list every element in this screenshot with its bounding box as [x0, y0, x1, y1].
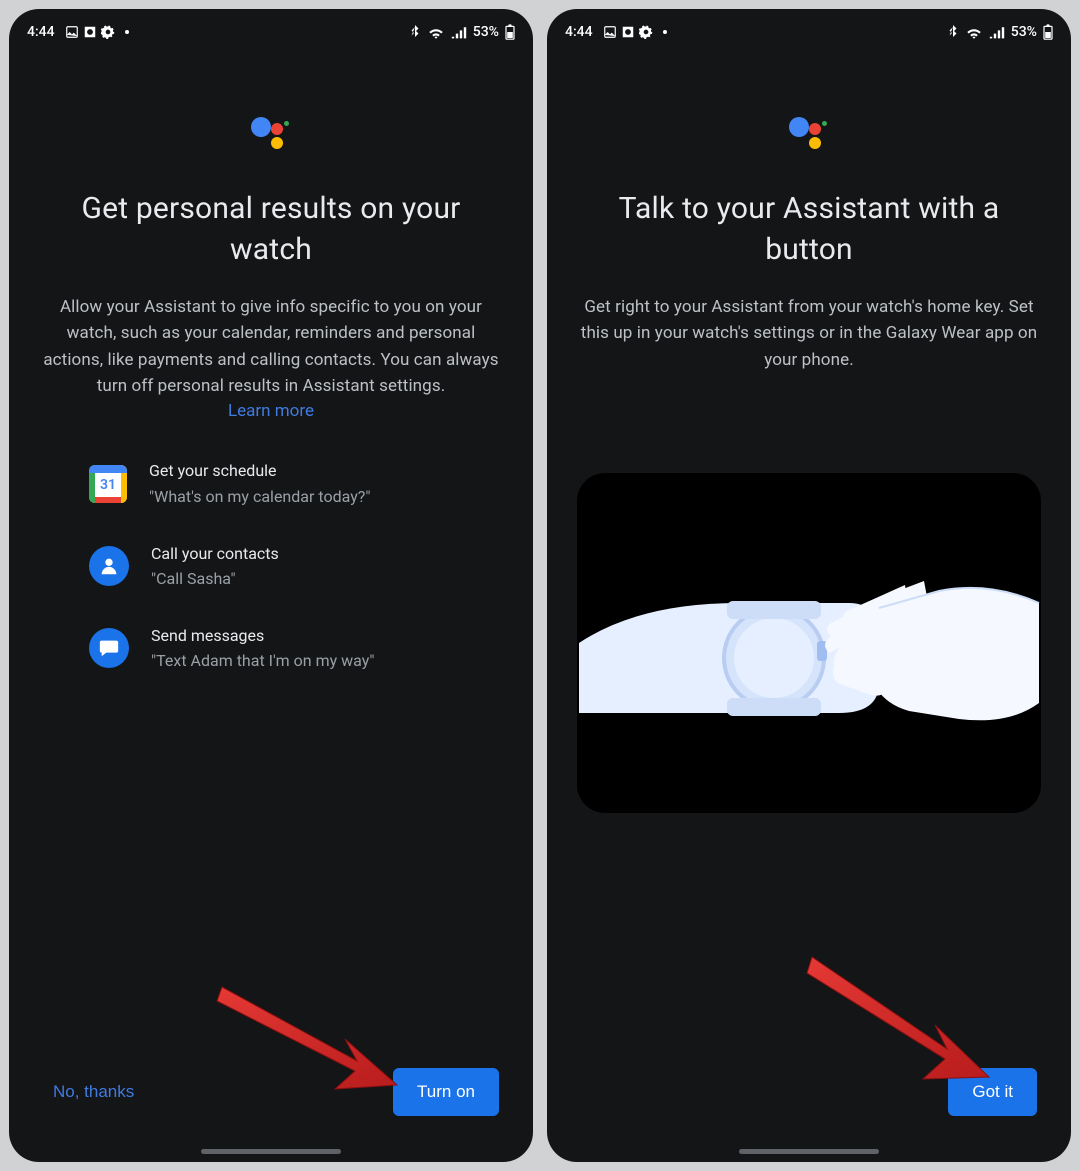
page-title: Talk to your Assistant with a button	[577, 189, 1041, 270]
page-description: Allow your Assistant to give info specif…	[39, 294, 503, 399]
contacts-icon	[89, 546, 129, 586]
feature-example: "Text Adam that I'm on my way"	[151, 649, 375, 672]
google-assistant-logo	[247, 111, 295, 159]
wifi-icon	[427, 25, 445, 39]
separator-dot	[125, 30, 129, 34]
status-battery: 53%	[1011, 24, 1037, 40]
square-o-icon	[621, 25, 635, 39]
feature-contacts: Call your contacts "Call Sasha"	[89, 542, 503, 590]
battery-icon	[505, 24, 515, 40]
feature-title: Call your contacts	[151, 542, 279, 565]
phone-screen-right: 4:44 53% Talk to your Assistant with a b…	[547, 9, 1071, 1162]
feature-list: 31 Get your schedule "What's on my calen…	[39, 459, 503, 672]
calendar-icon: 31	[89, 465, 127, 503]
gear-icon	[639, 25, 653, 39]
status-bar: 4:44 53%	[9, 9, 533, 51]
status-battery: 53%	[473, 24, 499, 40]
separator-dot	[663, 30, 667, 34]
button-row: No, thanks Turn on	[39, 1048, 503, 1162]
status-notification-icons	[65, 25, 115, 39]
bluetooth-icon	[409, 25, 421, 39]
signal-icon	[989, 25, 1005, 39]
status-time: 4:44	[27, 24, 55, 40]
learn-more-link[interactable]: Learn more	[39, 401, 503, 421]
nav-handle[interactable]	[201, 1149, 341, 1154]
status-time: 4:44	[565, 24, 593, 40]
feature-schedule: 31 Get your schedule "What's on my calen…	[89, 459, 503, 507]
phone-screen-left: 4:44 53% Get personal results on your wa…	[9, 9, 533, 1162]
got-it-button[interactable]: Got it	[948, 1068, 1037, 1116]
feature-messages: Send messages "Text Adam that I'm on my …	[89, 624, 503, 672]
status-notification-icons	[603, 25, 653, 39]
feature-example: "What's on my calendar today?"	[149, 485, 370, 508]
page-description: Get right to your Assistant from your wa…	[577, 294, 1041, 373]
image-icon	[603, 25, 617, 39]
status-bar: 4:44 53%	[547, 9, 1071, 51]
signal-icon	[451, 25, 467, 39]
google-assistant-logo	[785, 111, 833, 159]
gear-icon	[101, 25, 115, 39]
square-o-icon	[83, 25, 97, 39]
watch-illustration	[577, 473, 1041, 813]
bluetooth-icon	[947, 25, 959, 39]
page-title: Get personal results on your watch	[39, 189, 503, 270]
messages-icon	[89, 628, 129, 668]
image-icon	[65, 25, 79, 39]
feature-title: Get your schedule	[149, 459, 370, 482]
button-row: Got it	[577, 1048, 1041, 1162]
feature-title: Send messages	[151, 624, 375, 647]
feature-example: "Call Sasha"	[151, 567, 279, 590]
wifi-icon	[965, 25, 983, 39]
turn-on-button[interactable]: Turn on	[393, 1068, 499, 1116]
battery-icon	[1043, 24, 1053, 40]
no-thanks-button[interactable]: No, thanks	[43, 1074, 144, 1110]
nav-handle[interactable]	[739, 1149, 879, 1154]
